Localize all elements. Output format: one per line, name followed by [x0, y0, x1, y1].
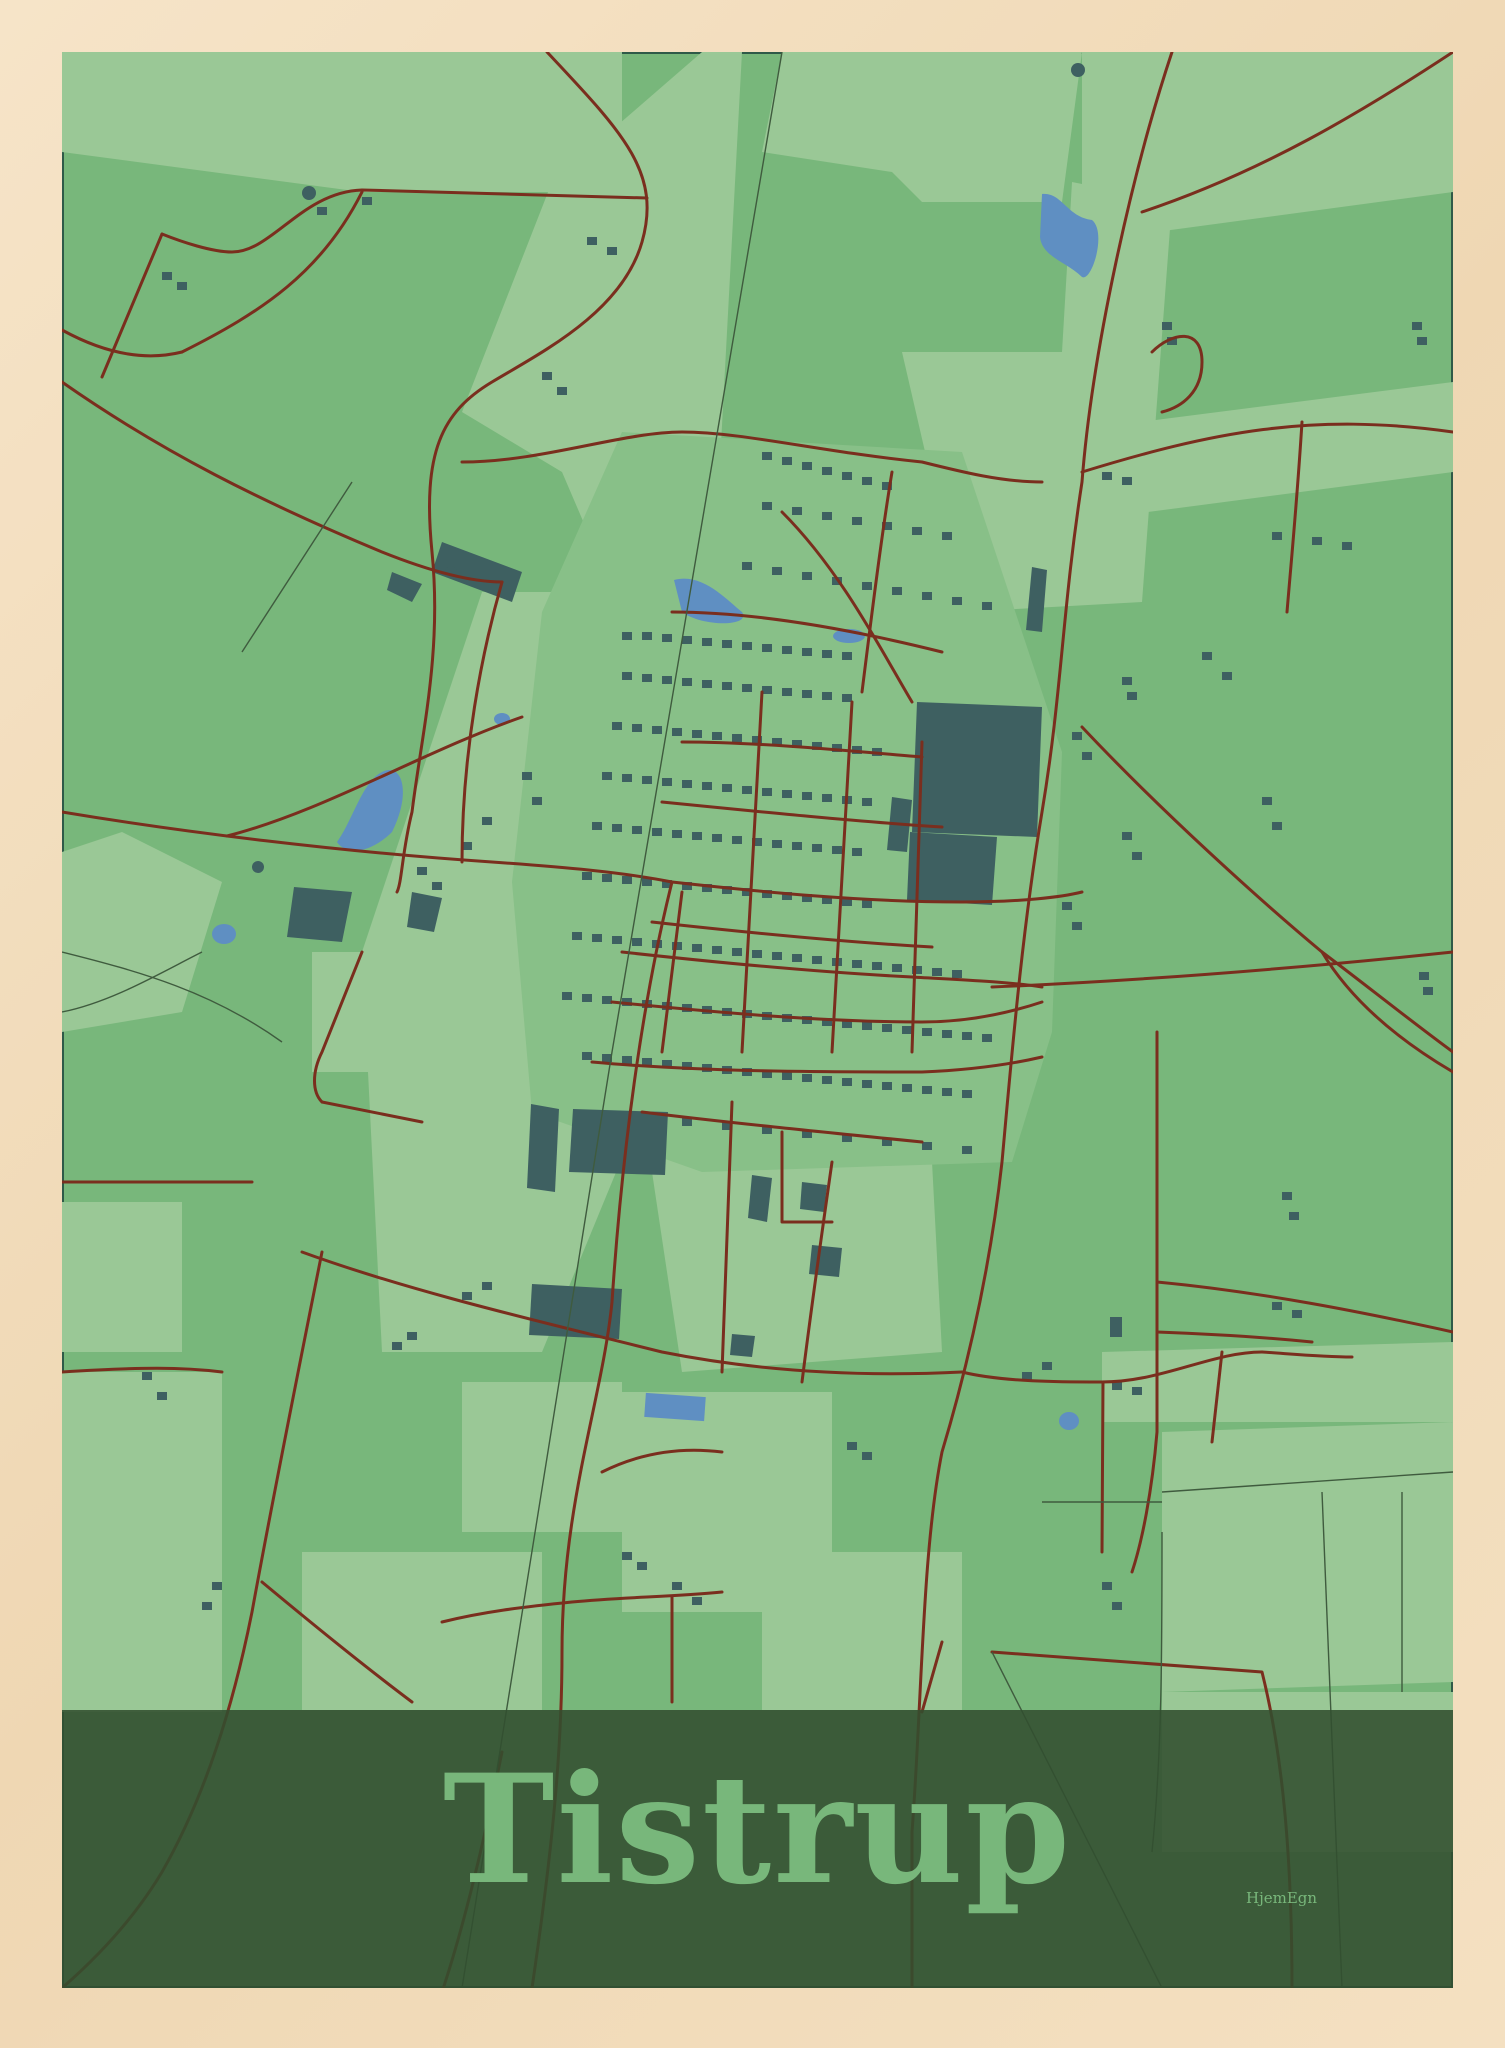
map-canvas: [62, 52, 1453, 1988]
map-poster: Tistrup HjemEgn: [62, 52, 1453, 1988]
poster-frame: Tistrup HjemEgn: [0, 0, 1505, 2048]
town-title: Tistrup: [442, 1742, 1073, 1918]
brand-mark: HjemEgn: [1246, 1889, 1318, 1907]
